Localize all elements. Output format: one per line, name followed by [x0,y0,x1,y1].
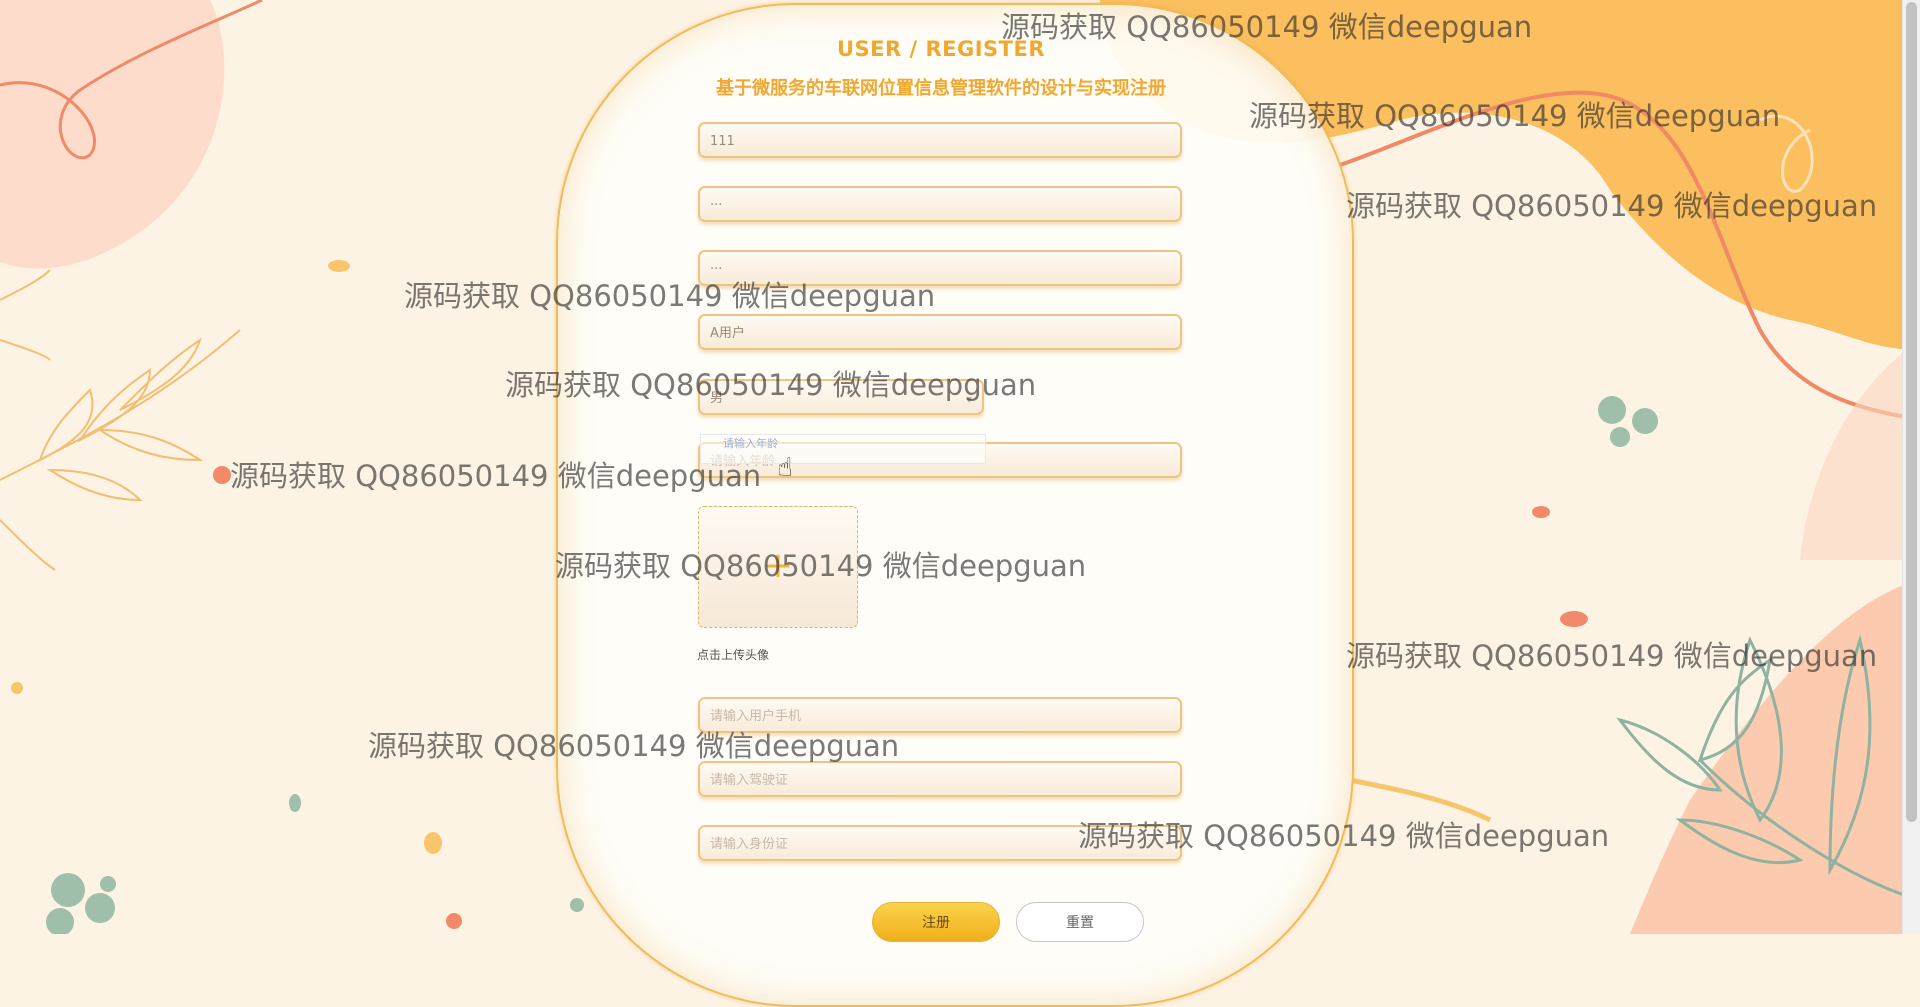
scrollbar-thumb[interactable] [1906,2,1917,822]
watermark-text: 源码获取 QQ86050149 微信deepguan [1346,189,1878,223]
page-title-en: USER / REGISTER [836,37,1045,61]
watermark-text: 源码获取 QQ86050149 微信deepguan [404,279,936,313]
register-button[interactable]: 注册 [872,902,1000,942]
watermark-text: 源码获取 QQ86050149 微信deepguan [1249,99,1781,133]
avatar-upload-label: 点击上传头像 [697,648,770,662]
dropdown-hint-text: 请输入年龄 [723,437,778,450]
watermark-text: 源码获取 QQ86050149 微信deepguan [1346,639,1878,673]
watermark-text: 源码获取 QQ86050149 微信deepguan [230,459,762,493]
account-input[interactable]: 111 [698,122,1182,158]
username-input[interactable]: A用户 [698,314,1182,350]
license-input[interactable]: 请输入驾驶证 [698,761,1182,797]
watermark-text: 源码获取 QQ86050149 微信deepguan [368,729,900,763]
watermark-text: 源码获取 QQ86050149 微信deepguan [555,549,1087,583]
reset-button[interactable]: 重置 [1016,902,1144,942]
page-scrollbar[interactable] [1902,0,1920,934]
watermark-text: 源码获取 QQ86050149 微信deepguan [1078,819,1610,853]
password-input[interactable]: ··· [698,186,1182,222]
hand-cursor-icon: ☝ [777,453,793,483]
watermark-text: 源码获取 QQ86050149 微信deepguan [1001,10,1533,44]
watermark-text: 源码获取 QQ86050149 微信deepguan [505,368,1037,402]
